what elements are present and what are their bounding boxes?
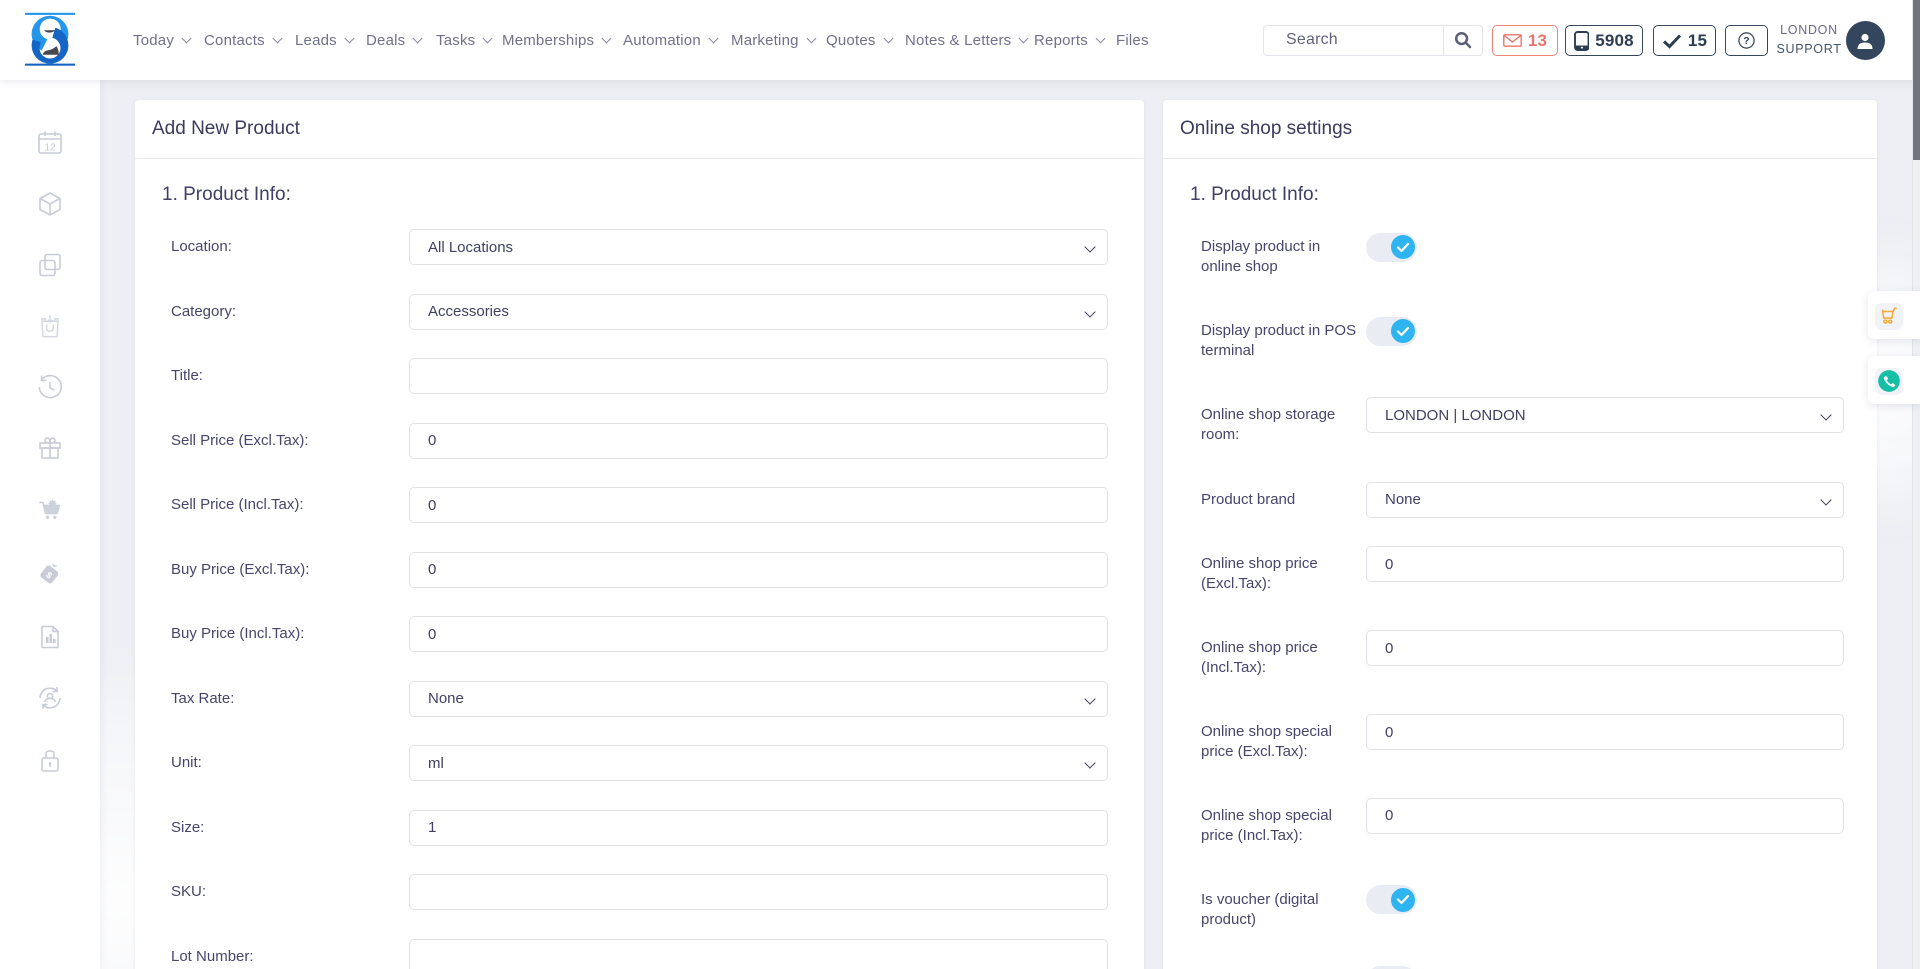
svg-text:12: 12 <box>44 143 56 154</box>
svg-text:?: ? <box>1743 36 1749 47</box>
